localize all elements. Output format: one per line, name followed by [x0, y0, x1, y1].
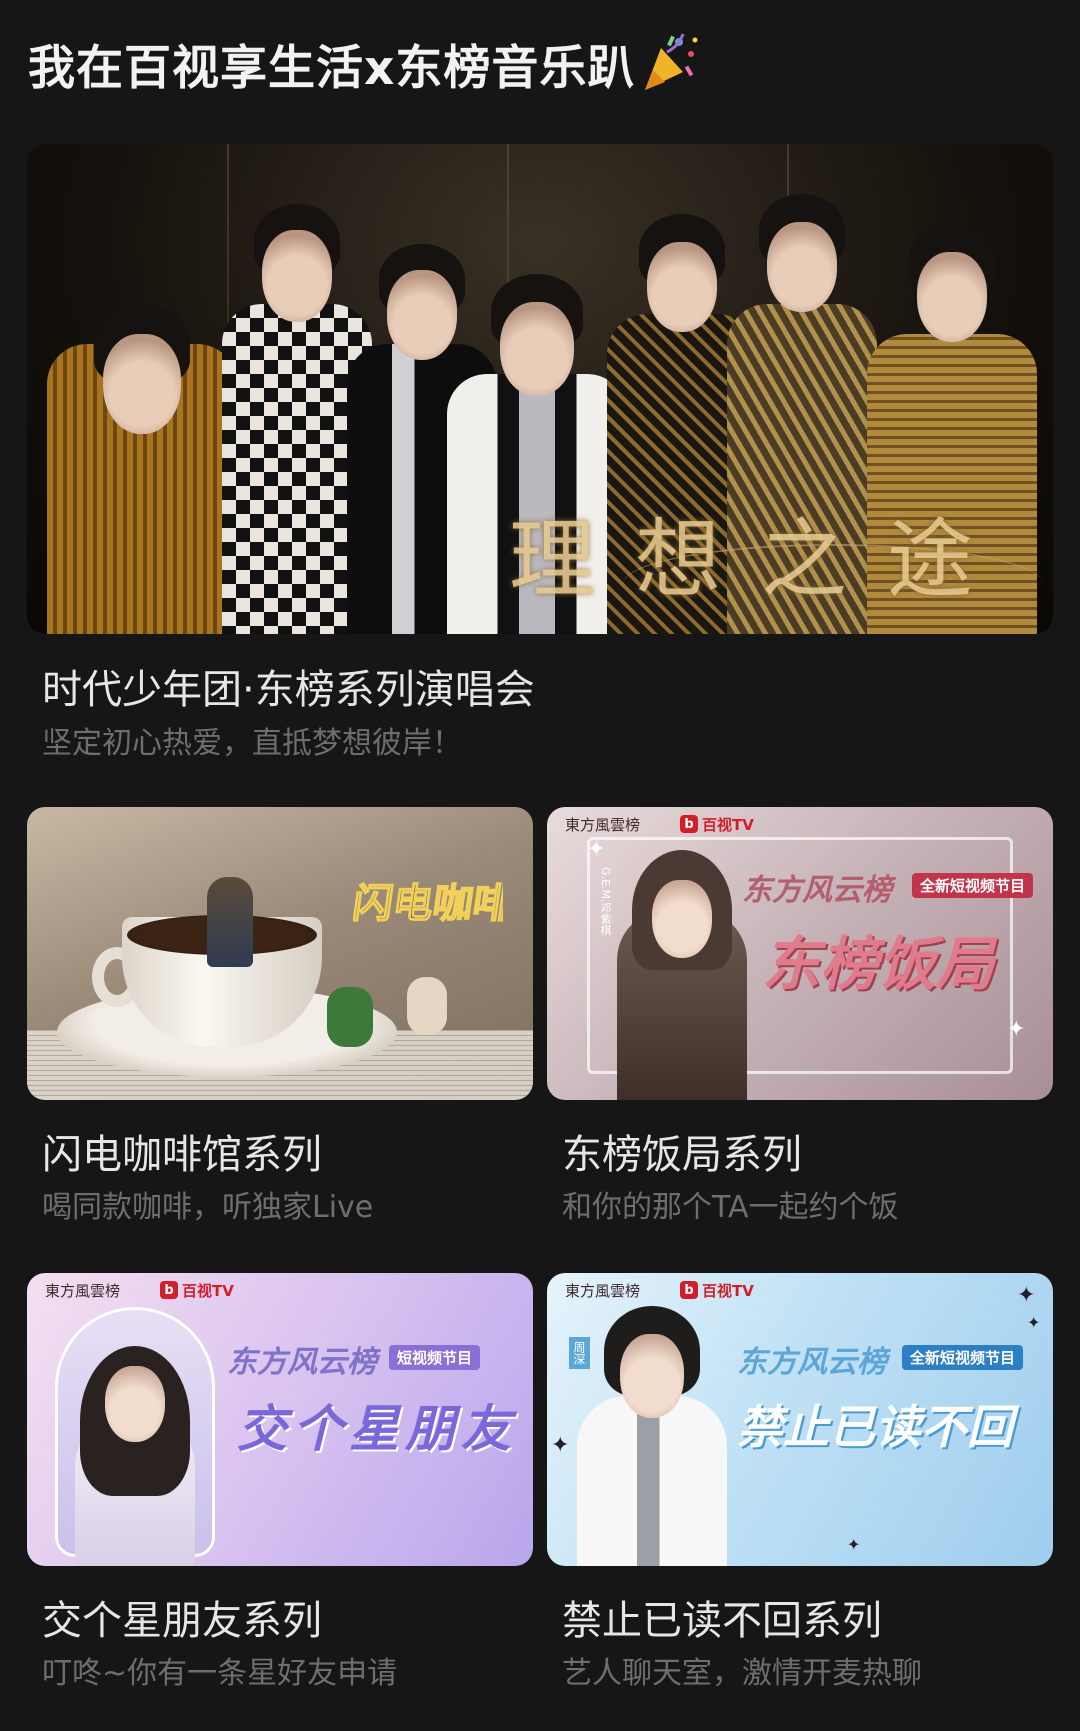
member-figure	[47, 304, 237, 634]
baishi-tv-logo: b 百视TV	[680, 1280, 754, 1301]
brand-logo: 東方風雲榜	[565, 1281, 641, 1300]
promo-headline: 东方风云榜	[742, 873, 892, 908]
sitting-figure-light	[407, 977, 447, 1035]
promo-headline: 东方风云榜	[227, 1345, 377, 1380]
page-title-text: 我在百视享生活x东榜音乐趴	[28, 40, 636, 96]
baishi-tv-logo: b 百视TV	[160, 1280, 234, 1301]
promo-tag: 全新短视频节目	[902, 1345, 1024, 1370]
sparkle-icon: ✦	[847, 1535, 861, 1554]
promo-main-title: 禁止已读不回	[737, 1400, 1013, 1454]
hero-subtitle: 坚定初心热爱，直抵梦想彼岸！	[42, 726, 462, 761]
sparkle-icon: ✦	[1017, 1283, 1036, 1308]
artist-side-label: 周深	[569, 1337, 590, 1369]
baishi-tv-logo: b 百视TV	[680, 814, 754, 835]
artist-figure	[577, 1306, 727, 1566]
sparkle-icon: ✦	[587, 837, 606, 862]
brand-logo: 東方風雲榜	[45, 1281, 121, 1300]
artist-figure	[75, 1326, 195, 1566]
sitting-figure-green	[327, 987, 373, 1047]
artist-side-label: G.E.M.邓紫棋	[599, 867, 612, 936]
xingpengyou-card-image[interactable]: 東方風雲榜 b 百视TV 东方风云榜 短视频节目 交个星朋友	[27, 1273, 533, 1566]
fanju-title[interactable]: 东榜饭局系列	[562, 1122, 802, 1180]
jinzhi-subtitle: 艺人聊天室，激情开麦热聊	[562, 1656, 922, 1691]
cafe-logo: 闪电咖啡馆 闪电咖啡馆	[353, 880, 503, 927]
cafe-subtitle: 喝同款咖啡，听独家Live	[42, 1190, 374, 1225]
jinzhi-card-image[interactable]: 東方風雲榜 b 百视TV 周深 东方风云榜 全新短视频节目 禁止已读不回 ✦ ✦ …	[547, 1273, 1053, 1566]
cafe-title[interactable]: 闪电咖啡馆系列	[42, 1122, 322, 1180]
guitarist-figure	[207, 877, 253, 967]
promo-main-title: 东榜饭局	[762, 930, 995, 998]
sparkle-icon: ✦	[1027, 1313, 1041, 1332]
xingpengyou-title[interactable]: 交个星朋友系列	[42, 1588, 322, 1646]
hero-caption: 理想之途	[509, 510, 1013, 610]
sparkle-icon: ✦	[1007, 1017, 1026, 1042]
artist-figure	[617, 850, 747, 1100]
hero-title[interactable]: 时代少年团·东榜系列演唱会	[42, 657, 535, 715]
svg-text:闪电咖啡馆: 闪电咖啡馆	[353, 881, 503, 927]
promo-tag: 短视频节目	[389, 1345, 481, 1370]
party-popper-icon	[645, 33, 698, 90]
cafe-card-image[interactable]: 闪电咖啡馆 闪电咖啡馆	[27, 807, 533, 1100]
brand-logo: 東方風雲榜	[565, 815, 641, 834]
xingpengyou-subtitle: 叮咚~你有一条星好友申请	[42, 1656, 398, 1691]
sparkle-icon: ✦	[551, 1433, 570, 1458]
hero-card-image[interactable]: 理想之途	[27, 144, 1053, 634]
promo-main-title: 交个星朋友	[237, 1400, 517, 1458]
fanju-card-image[interactable]: 東方風雲榜 b 百视TV G.E.M.邓紫棋 东方风云榜 全新短视频节目 东榜饭局…	[547, 807, 1053, 1100]
jinzhi-title[interactable]: 禁止已读不回系列	[562, 1588, 882, 1646]
fanju-subtitle: 和你的那个TA一起约个饭	[562, 1190, 899, 1225]
promo-headline: 东方风云榜	[737, 1345, 887, 1380]
page-title: 我在百视享生活x东榜音乐趴	[28, 28, 699, 98]
promo-tag: 全新短视频节目	[912, 873, 1034, 898]
